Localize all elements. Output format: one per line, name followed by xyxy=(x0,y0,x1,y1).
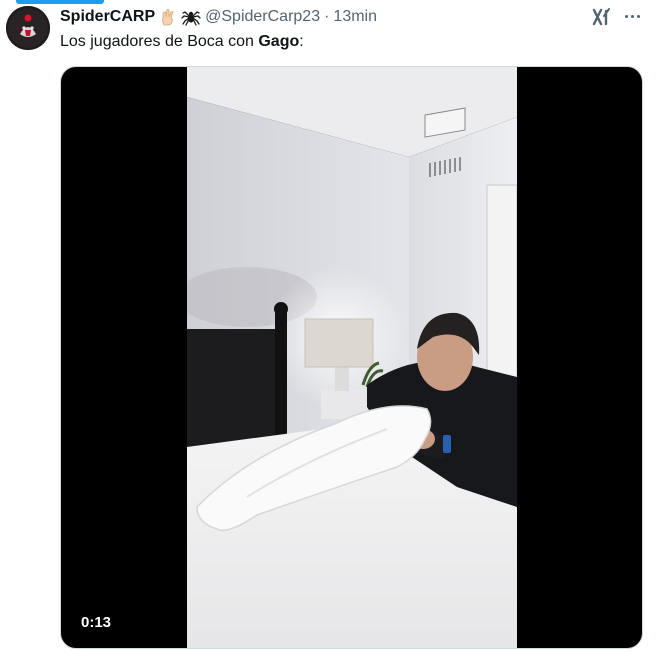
avatar-image xyxy=(6,6,50,50)
grok-button[interactable] xyxy=(592,7,612,27)
tweet[interactable]: SpiderCARP @SpiderCarp23 · 13min Los jug… xyxy=(0,0,666,653)
timestamp[interactable]: 13min xyxy=(333,8,377,26)
more-icon xyxy=(624,14,640,18)
tweet-text-prefix: Los jugadores de Boca con xyxy=(60,33,259,50)
avatar[interactable] xyxy=(6,6,50,50)
video-thumbnail-image xyxy=(187,67,517,648)
fingers-crossed-icon xyxy=(159,8,177,26)
video-frame xyxy=(187,67,517,648)
separator-dot: · xyxy=(324,8,330,25)
grok-icon xyxy=(592,8,610,26)
tweet-text: Los jugadores de Boca con Gago: xyxy=(60,32,304,52)
spider-icon xyxy=(181,8,201,26)
video-player[interactable]: 0:13 xyxy=(60,66,643,649)
more-button[interactable] xyxy=(620,6,644,26)
video-duration: 0:13 xyxy=(75,611,118,634)
tweet-text-bold[interactable]: Gago xyxy=(258,33,299,50)
user-handle[interactable]: @SpiderCarp23 xyxy=(205,8,320,26)
tweet-header: SpiderCARP @SpiderCarp23 · 13min xyxy=(60,6,377,28)
display-name[interactable]: SpiderCARP xyxy=(60,8,155,26)
tweet-text-suffix: : xyxy=(299,33,304,50)
